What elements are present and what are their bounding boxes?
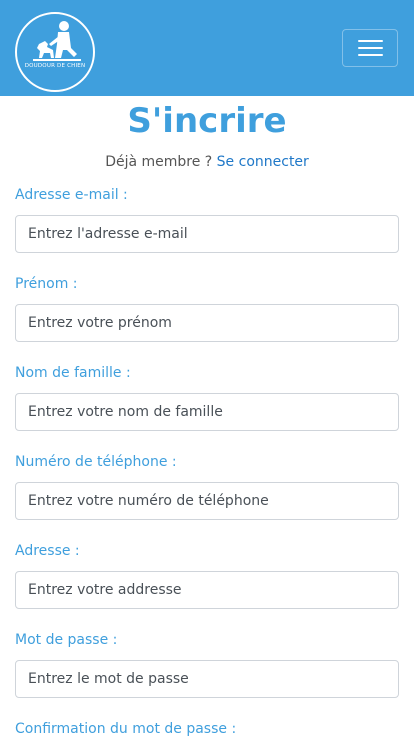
signup-form: Adresse e-mail : Prénom : Nom de famille… xyxy=(0,184,414,740)
signup-page: S'incrire Déjà membre ? Se connecter Adr… xyxy=(0,96,414,740)
phone-input[interactable] xyxy=(15,482,399,520)
email-group: Adresse e-mail : xyxy=(15,184,399,253)
navbar: DOUDOUR DE CHIEN xyxy=(0,0,414,96)
member-prompt-text: Déjà membre ? xyxy=(105,154,213,170)
lastname-input[interactable] xyxy=(15,393,399,431)
firstname-group: Prénom : xyxy=(15,273,399,342)
phone-label: Numéro de téléphone : xyxy=(15,454,177,470)
logo-icon[interactable]: DOUDOUR DE CHIEN xyxy=(15,12,95,92)
firstname-label: Prénom : xyxy=(15,276,78,292)
logo-text: DOUDOUR DE CHIEN xyxy=(24,63,86,69)
password-input[interactable] xyxy=(15,660,399,698)
address-label: Adresse : xyxy=(15,543,80,559)
login-link[interactable]: Se connecter xyxy=(217,154,309,170)
lastname-group: Nom de famille : xyxy=(15,362,399,431)
member-prompt: Déjà membre ? Se connecter xyxy=(0,151,414,173)
menu-toggle-button[interactable] xyxy=(342,29,398,67)
password-label: Mot de passe : xyxy=(15,632,118,648)
phone-group: Numéro de téléphone : xyxy=(15,451,399,520)
page-title: S'incrire xyxy=(127,101,287,141)
dog-and-person-icon xyxy=(33,21,81,61)
firstname-input[interactable] xyxy=(15,304,399,342)
address-group: Adresse : xyxy=(15,540,399,609)
address-input[interactable] xyxy=(15,571,399,609)
password-confirm-label: Confirmation du mot de passe : xyxy=(15,721,237,737)
lastname-label: Nom de famille : xyxy=(15,365,131,381)
password-group: Mot de passe : xyxy=(15,629,399,698)
password-confirm-group: Confirmation du mot de passe : xyxy=(15,718,399,740)
email-label: Adresse e-mail : xyxy=(15,187,128,203)
email-input[interactable] xyxy=(15,215,399,253)
